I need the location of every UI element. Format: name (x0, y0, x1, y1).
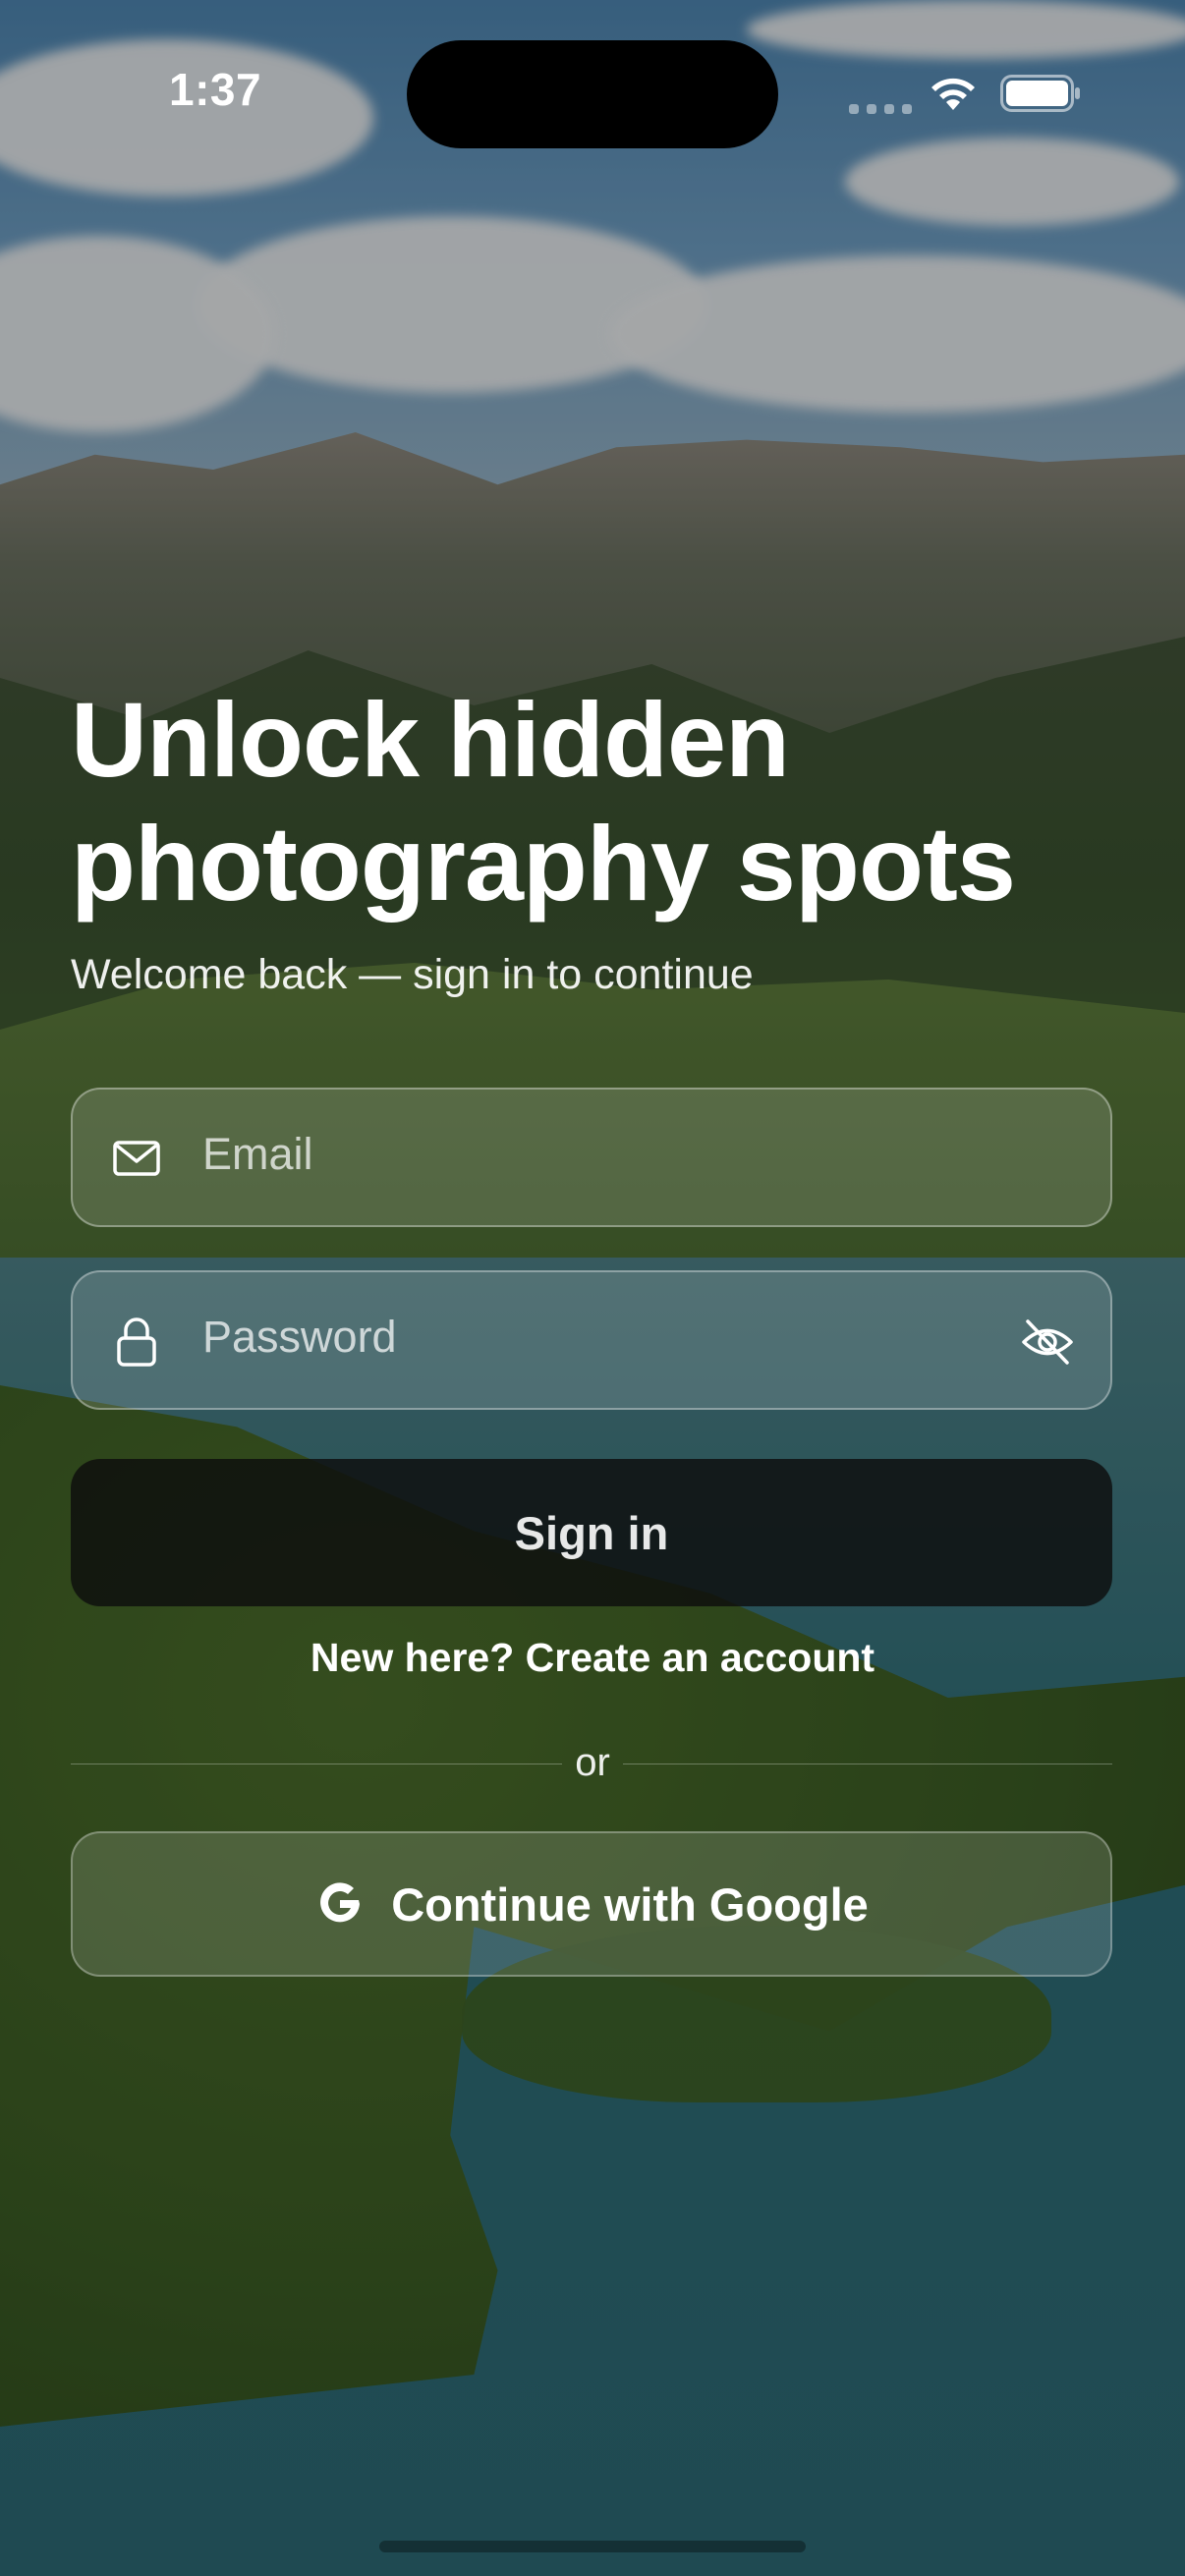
mail-icon (113, 1141, 160, 1176)
google-icon (320, 1882, 361, 1923)
password-field[interactable]: Password (71, 1270, 1112, 1410)
title-line-2: photography spots (71, 804, 1016, 923)
continue-with-google-button[interactable]: Continue with Google (71, 1831, 1112, 1977)
page-subtitle: Welcome back — sign in to continue (71, 951, 754, 998)
wifi-icon (931, 78, 975, 110)
password-placeholder: Password (202, 1312, 397, 1362)
page-title: Unlock hidden photography spots (71, 678, 1152, 925)
create-account-link[interactable]: New here? Create an account (0, 1635, 1185, 1681)
lock-icon (117, 1317, 156, 1367)
battery-icon (1000, 75, 1080, 112)
email-field[interactable]: Email (71, 1088, 1112, 1227)
google-button-label: Continue with Google (391, 1877, 869, 1931)
home-indicator[interactable] (379, 2541, 806, 2552)
dynamic-island (407, 40, 778, 148)
sign-in-button[interactable]: Sign in (71, 1459, 1112, 1606)
cellular-signal-icon (849, 104, 912, 114)
title-line-1: Unlock hidden (71, 680, 790, 799)
email-placeholder: Email (202, 1129, 313, 1179)
eye-off-icon[interactable] (1020, 1316, 1075, 1369)
status-time: 1:37 (169, 64, 262, 115)
